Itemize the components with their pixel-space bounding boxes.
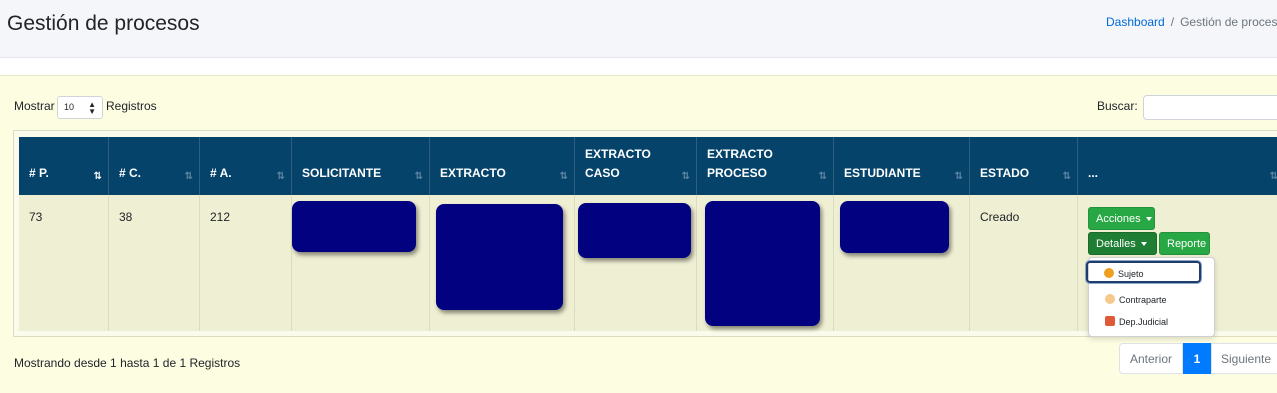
- reporte-button[interactable]: Reporte: [1159, 232, 1210, 255]
- menu-item-dep-judicial[interactable]: Dep.Judicial: [1089, 311, 1216, 331]
- caret-down-icon: [1145, 217, 1152, 222]
- column-header-estado[interactable]: ESTADO ⇅: [970, 137, 1078, 195]
- breadcrumb-separator: /: [1170, 15, 1175, 29]
- column-header-extracto-caso[interactable]: EXTRACTO CASO ⇅: [575, 137, 697, 195]
- column-header-label: EXTRACTO: [440, 166, 506, 180]
- redacted-extracto: [436, 204, 563, 310]
- column-header-c[interactable]: # C. ⇅: [109, 137, 200, 195]
- table-cell: 73: [19, 195, 109, 331]
- sort-icon: ⇅: [1269, 171, 1277, 182]
- column-header-label: # A.: [210, 166, 232, 180]
- breadcrumb-dashboard-link[interactable]: Dashboard: [1106, 15, 1165, 29]
- cell-value-p: 73: [29, 210, 43, 224]
- table-cell: Creado: [970, 195, 1078, 331]
- cell-value-a: 212: [210, 210, 231, 224]
- column-header-label: ESTADO: [980, 166, 1030, 180]
- records-label: Registros: [106, 99, 157, 113]
- table-cell: 212: [200, 195, 292, 331]
- detalles-dropdown-menu: Sujeto Contraparte Dep.Judicial: [1086, 257, 1216, 337]
- sort-icon: ⇅: [414, 171, 424, 182]
- column-header-p[interactable]: # P. ⇅: [19, 137, 109, 195]
- redacted-extracto-caso: [578, 203, 691, 258]
- redacted-estudiante: [840, 201, 949, 253]
- sort-icon: ⇅: [559, 171, 569, 182]
- people-icon: [1105, 294, 1115, 304]
- sort-icon: ⇅: [954, 171, 964, 182]
- column-header-label: # P.: [29, 166, 49, 180]
- menu-item-sujeto[interactable]: Sujeto: [1086, 261, 1201, 283]
- acciones-label: Acciones: [1096, 213, 1141, 225]
- table-info: Mostrando desde 1 hasta 1 de 1 Registros: [14, 356, 241, 370]
- column-header-label: EXTRACTO CASO: [585, 147, 651, 180]
- column-header-extracto[interactable]: EXTRACTO ⇅: [430, 137, 575, 195]
- breadcrumb-current: Gestión de proces: [1180, 15, 1277, 29]
- redacted-extracto-proceso: [705, 201, 820, 326]
- content-header: Gestión de procesos Dashboard / Gestión de…: [0, 0, 1277, 58]
- search-label: Buscar:: [1097, 99, 1138, 113]
- column-header-actions[interactable]: ... ⇅: [1078, 137, 1277, 195]
- breadcrumb: Dashboard / Gestión de proces: [1106, 15, 1277, 29]
- column-header-label: EXTRACTO PROCESO: [707, 147, 773, 180]
- pagination-next[interactable]: Siguiente: [1211, 343, 1277, 374]
- building-icon: [1105, 316, 1115, 326]
- sort-icon: ⇅: [276, 171, 286, 182]
- column-header-label: ESTUDIANTE: [844, 166, 921, 180]
- column-header-extracto-proceso[interactable]: EXTRACTO PROCESO ⇅: [697, 137, 834, 195]
- column-header-label: # C.: [119, 166, 142, 180]
- menu-item-label: Dep.Judicial: [1119, 317, 1169, 327]
- detalles-dropdown-button[interactable]: Detalles: [1088, 232, 1157, 255]
- column-header-label: SOLICITANTE: [302, 166, 382, 180]
- search-input[interactable]: [1143, 95, 1277, 120]
- menu-item-label: Contraparte: [1119, 295, 1167, 305]
- pagination-page-1[interactable]: 1: [1183, 343, 1211, 374]
- table-cell: 38: [109, 195, 200, 331]
- reporte-label: Reporte: [1167, 238, 1207, 250]
- page-title: Gestión de procesos: [7, 12, 200, 35]
- sort-icon: ⇅: [681, 171, 691, 182]
- cell-value-c: 38: [119, 210, 133, 224]
- acciones-dropdown-button[interactable]: Acciones: [1088, 207, 1155, 230]
- sort-icon: ⇅: [818, 171, 828, 182]
- redacted-solicitante: [292, 201, 416, 252]
- detalles-label: Detalles: [1096, 238, 1136, 250]
- menu-item-label: Sujeto: [1118, 269, 1144, 279]
- sort-icon: ⇅: [184, 171, 194, 182]
- caret-down-icon: [1140, 242, 1147, 247]
- select-arrows-icon: ▲ ▼: [88, 100, 96, 116]
- sort-desc-icon: ⇅: [93, 171, 103, 182]
- column-header-a[interactable]: # A. ⇅: [200, 137, 292, 195]
- menu-item-contraparte[interactable]: Contraparte: [1089, 289, 1216, 309]
- person-icon: [1104, 268, 1114, 278]
- cell-value-estado: Creado: [980, 210, 1020, 224]
- pagination-prev[interactable]: Anterior: [1119, 343, 1183, 374]
- column-header-estudiante[interactable]: ESTUDIANTE ⇅: [834, 137, 970, 195]
- column-header-label: ...: [1088, 166, 1099, 180]
- length-label: Mostrar: [14, 99, 55, 113]
- sort-icon: ⇅: [1062, 171, 1072, 182]
- page-length-value: 10: [64, 102, 75, 112]
- column-header-solicitante[interactable]: SOLICITANTE ⇅: [292, 137, 430, 195]
- page-length-select[interactable]: 10 ▲ ▼: [57, 96, 103, 119]
